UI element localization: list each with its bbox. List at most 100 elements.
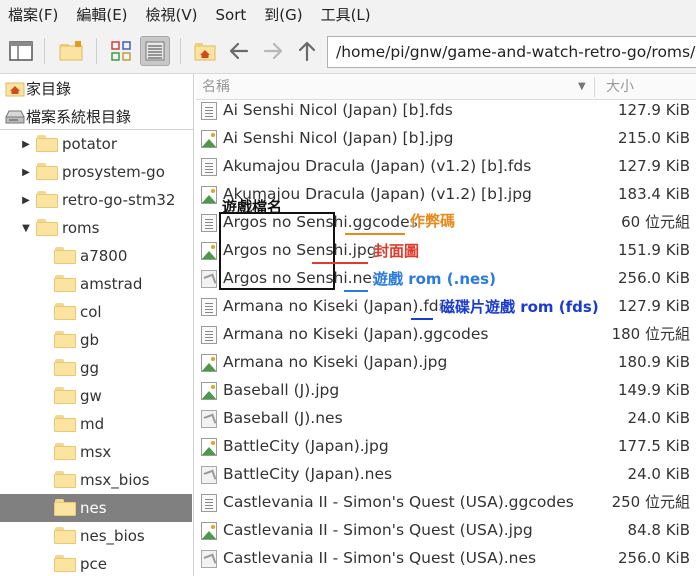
tree-item-msx[interactable]: msx: [0, 438, 192, 466]
window-icon: [9, 41, 33, 61]
file-name: Castlevania II - Simon's Quest (USA).jpg: [223, 521, 533, 539]
tree-item-nes[interactable]: nes: [0, 494, 192, 522]
column-name-header[interactable]: 名稱: [202, 74, 230, 100]
tree-item-potator[interactable]: ▶ potator: [0, 130, 192, 158]
menu-go[interactable]: 到(G): [255, 0, 311, 30]
column-size-header[interactable]: 大小: [606, 74, 634, 100]
file-size: 215.0 KiB: [617, 129, 690, 147]
file-size: 127.9 KiB: [617, 157, 690, 175]
file-row[interactable]: Ai Senshi Nicol (Japan) [b].jpg 215.0 Ki…: [196, 124, 696, 152]
tree-item-amstrad[interactable]: amstrad: [0, 270, 192, 298]
file-size: 256.0 KiB: [617, 549, 690, 567]
place-home[interactable]: 家目錄: [0, 74, 194, 102]
annotation-box: [219, 212, 335, 290]
tree-item-nes-bios[interactable]: nes_bios: [0, 522, 192, 550]
file-size: 60 位元組: [621, 213, 690, 231]
tree-item-gw[interactable]: gw: [0, 382, 192, 410]
up-button[interactable]: [292, 36, 322, 66]
menu-view[interactable]: 檢視(V): [137, 0, 207, 30]
tree-item-prosystem-go[interactable]: ▶ prosystem-go: [0, 158, 192, 186]
tree-item-label: gw: [80, 387, 102, 405]
menu-sort[interactable]: Sort: [207, 0, 256, 30]
rom-file-icon: [201, 410, 217, 428]
list-view-button[interactable]: [140, 36, 170, 66]
home-button[interactable]: [190, 36, 220, 66]
file-row[interactable]: BattleCity (Japan).nes 24.0 KiB: [196, 460, 696, 488]
places-panel: 家目錄 檔案系統根目錄: [0, 74, 194, 130]
tree-item-label: nes_bios: [80, 527, 145, 545]
tree-item-label: retro-go-stm32: [62, 191, 176, 209]
folder-icon: [54, 247, 76, 264]
back-arrow-icon: [229, 42, 249, 60]
new-window-button[interactable]: [6, 36, 36, 66]
text-file-icon: [201, 158, 217, 176]
file-name: Baseball (J).nes: [223, 409, 343, 427]
drive-icon: [4, 107, 26, 125]
file-row[interactable]: Castlevania II - Simon's Quest (USA).nes…: [196, 544, 696, 572]
expand-arrow-icon[interactable]: ▶: [20, 130, 32, 158]
folder-icon: [54, 555, 76, 572]
icon-view-button[interactable]: [106, 36, 136, 66]
tree-item-pce[interactable]: pce: [0, 550, 192, 576]
collapse-arrow-icon[interactable]: ▼: [20, 214, 32, 242]
annotation-underline-rom: [344, 290, 368, 292]
tree-item-a7800[interactable]: a7800: [0, 242, 192, 270]
file-name: Armana no Kiseki (Japan).ggcodes: [223, 325, 489, 343]
place-root[interactable]: 檔案系統根目錄: [0, 102, 194, 130]
annotation-title: 遊戲檔名: [222, 198, 283, 216]
file-row[interactable]: Baseball (J).jpg 149.9 KiB: [196, 376, 696, 404]
expand-arrow-icon[interactable]: ▶: [20, 158, 32, 186]
tree-item-label: md: [80, 415, 105, 433]
expand-arrow-icon[interactable]: ▶: [20, 186, 32, 214]
forward-button[interactable]: [258, 36, 288, 66]
image-file-icon: [201, 130, 217, 148]
file-row[interactable]: Armana no Kiseki (Japan).ggcodes 180 位元組: [196, 320, 696, 348]
toolbar: /home/pi/gnw/game-and-watch-retro-go/rom…: [0, 30, 696, 74]
annotation-underline-fds: [411, 318, 433, 320]
menu-bar: 檔案(F) 編輯(E) 檢視(V) Sort 到(G) 工具(L): [0, 0, 696, 30]
text-file-icon: [201, 214, 217, 232]
file-row[interactable]: Castlevania II - Simon's Quest (USA).ggc…: [196, 488, 696, 516]
back-button[interactable]: [224, 36, 254, 66]
annotation-fds: 磁碟片遊戲 rom (fds): [440, 298, 599, 316]
annotation-underline-cover: [312, 262, 368, 264]
folder-icon: [54, 331, 76, 348]
file-row[interactable]: Armana no Kiseki (Japan).jpg 180.9 KiB: [196, 348, 696, 376]
file-row[interactable]: Ai Senshi Nicol (Japan) [b].fds 127.9 Ki…: [196, 96, 696, 124]
home-icon: [4, 79, 26, 97]
tree-item-gb[interactable]: gb: [0, 326, 192, 354]
file-row[interactable]: Castlevania II - Simon's Quest (USA).jpg…: [196, 516, 696, 544]
file-name: BattleCity (Japan).jpg: [223, 437, 389, 455]
text-file-icon: [201, 298, 217, 316]
tree-item-label: roms: [62, 219, 100, 237]
tree-item-retro-go-stm32[interactable]: ▶ retro-go-stm32: [0, 186, 192, 214]
file-size: 24.0 KiB: [627, 465, 690, 483]
menu-edit[interactable]: 編輯(E): [67, 0, 136, 30]
sort-down-icon[interactable]: ▼: [578, 74, 586, 100]
file-name: Castlevania II - Simon's Quest (USA).nes: [223, 549, 537, 567]
tree-item-label: nes: [80, 499, 107, 517]
file-name: Armana no Kiseki (Japan).fds: [223, 297, 447, 315]
tree-item-md[interactable]: md: [0, 410, 192, 438]
toolbar-separator: [96, 38, 97, 64]
folder-icon: [54, 443, 76, 460]
tree-item-roms[interactable]: ▼ roms: [0, 214, 192, 242]
file-row[interactable]: BattleCity (Japan).jpg 177.5 KiB: [196, 432, 696, 460]
new-folder-button[interactable]: [56, 36, 86, 66]
menu-file[interactable]: 檔案(F): [0, 0, 67, 30]
menu-tools[interactable]: 工具(L): [312, 0, 380, 30]
file-name: Castlevania II - Simon's Quest (USA).ggc…: [223, 493, 574, 511]
folder-icon: [54, 275, 76, 292]
tree-item-col[interactable]: col: [0, 298, 192, 326]
text-file-icon: [201, 102, 217, 120]
folder-icon: [36, 219, 58, 236]
file-size: 151.9 KiB: [617, 241, 690, 259]
column-divider[interactable]: [594, 77, 595, 97]
tree-item-gg[interactable]: gg: [0, 354, 192, 382]
file-row[interactable]: Baseball (J).nes 24.0 KiB: [196, 404, 696, 432]
text-file-icon: [201, 494, 217, 512]
path-input[interactable]: /home/pi/gnw/game-and-watch-retro-go/rom…: [327, 36, 696, 68]
tree-item-msx-bios[interactable]: msx_bios: [0, 466, 192, 494]
file-size: 127.9 KiB: [617, 101, 690, 119]
file-row[interactable]: Akumajou Dracula (Japan) (v1.2) [b].fds …: [196, 152, 696, 180]
